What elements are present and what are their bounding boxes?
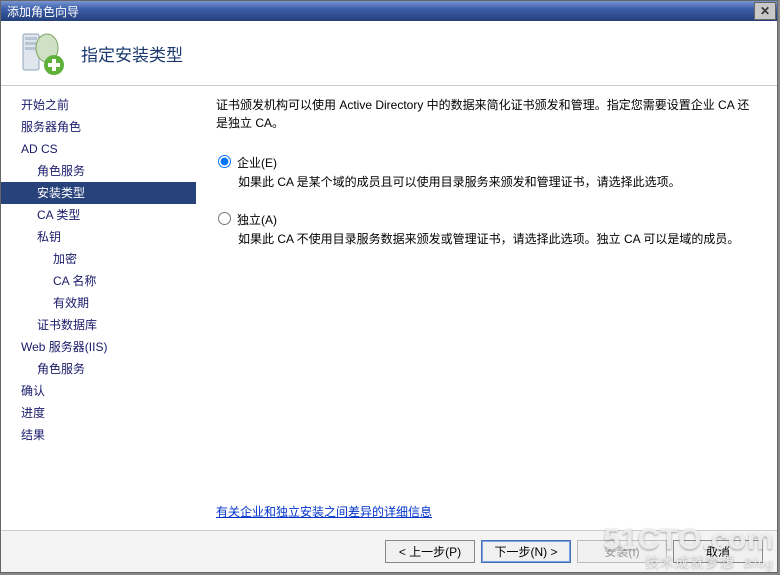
radio-desc-standalone: 如果此 CA 不使用目录服务数据来颁发或管理证书，请选择此选项。独立 CA 可以… — [216, 230, 755, 248]
sidebar-item-9[interactable]: 有效期 — [1, 292, 196, 314]
titlebar: 添加角色向导 ✕ — [1, 1, 777, 21]
option-row-enterprise: 企业(E) — [216, 154, 755, 171]
install-button: 安装(I) — [577, 540, 667, 563]
radio-enterprise[interactable] — [218, 155, 231, 168]
intro-text: 证书颁发机构可以使用 Active Directory 中的数据来简化证书颁发和… — [216, 96, 755, 132]
sidebar-item-3[interactable]: 角色服务 — [1, 160, 196, 182]
server-icon — [19, 30, 65, 76]
radio-standalone[interactable] — [218, 212, 231, 225]
close-button[interactable]: ✕ — [754, 2, 776, 20]
option-row-standalone: 独立(A) — [216, 211, 755, 228]
radio-desc-enterprise: 如果此 CA 是某个域的成员且可以使用目录服务来颁发和管理证书，请选择此选项。 — [216, 173, 755, 191]
sidebar-item-8[interactable]: CA 名称 — [1, 270, 196, 292]
sidebar-item-2[interactable]: AD CS — [1, 138, 196, 160]
wizard-content: 证书颁发机构可以使用 Active Directory 中的数据来简化证书颁发和… — [196, 86, 777, 530]
wizard-window: 添加角色向导 ✕ 指定安装类型 开始之前服务器角色AD CS角色服务安装类型CA… — [0, 0, 778, 573]
next-button[interactable]: 下一步(N) > — [481, 540, 571, 563]
radio-label-standalone: 独立(A) — [237, 211, 277, 228]
sidebar-item-7[interactable]: 加密 — [1, 248, 196, 270]
sidebar-item-13[interactable]: 确认 — [1, 380, 196, 402]
wizard-sidebar: 开始之前服务器角色AD CS角色服务安装类型CA 类型私钥加密CA 名称有效期证… — [1, 86, 196, 530]
wizard-body: 开始之前服务器角色AD CS角色服务安装类型CA 类型私钥加密CA 名称有效期证… — [1, 86, 777, 530]
prev-button[interactable]: < 上一步(P) — [385, 540, 475, 563]
wizard-footer: < 上一步(P) 下一步(N) > 安装(I) 取消 — [1, 530, 777, 572]
sidebar-item-11[interactable]: Web 服务器(IIS) — [1, 336, 196, 358]
sidebar-item-4[interactable]: 安装类型 — [1, 182, 196, 204]
sidebar-item-5[interactable]: CA 类型 — [1, 204, 196, 226]
sidebar-item-14[interactable]: 进度 — [1, 402, 196, 424]
sidebar-item-6[interactable]: 私钥 — [1, 226, 196, 248]
page-title: 指定安装类型 — [81, 41, 183, 66]
cancel-button[interactable]: 取消 — [673, 540, 763, 563]
sidebar-item-15[interactable]: 结果 — [1, 424, 196, 446]
sidebar-item-0[interactable]: 开始之前 — [1, 94, 196, 116]
sidebar-item-10[interactable]: 证书数据库 — [1, 314, 196, 336]
wizard-header: 指定安装类型 — [1, 21, 777, 86]
sidebar-item-12[interactable]: 角色服务 — [1, 358, 196, 380]
radio-label-enterprise: 企业(E) — [237, 154, 277, 171]
sidebar-item-1[interactable]: 服务器角色 — [1, 116, 196, 138]
more-info-link[interactable]: 有关企业和独立安装之间差异的详细信息 — [216, 503, 755, 520]
window-title: 添加角色向导 — [7, 3, 79, 20]
close-icon: ✕ — [760, 4, 770, 18]
